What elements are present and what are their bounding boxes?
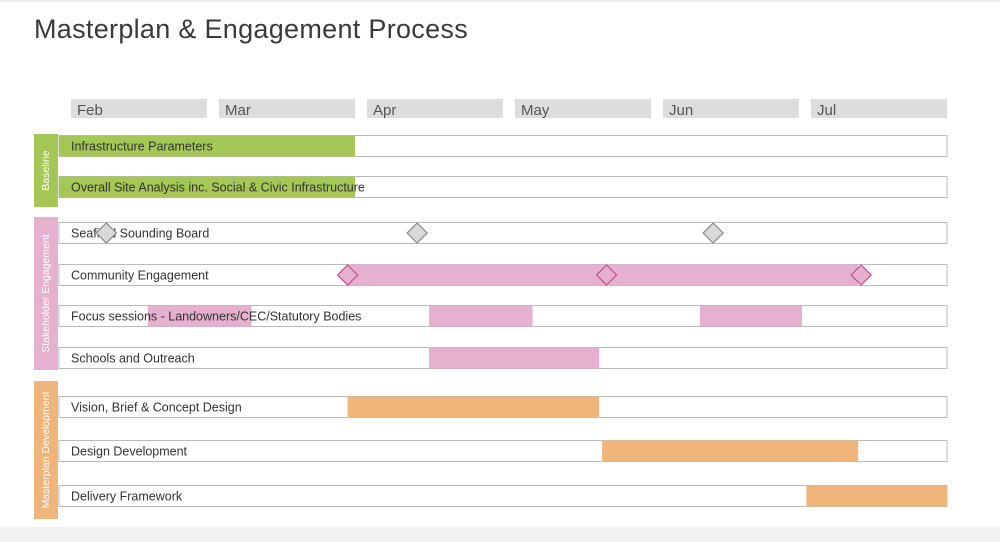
gantt-row-vision-brief-concept-design: Vision, Brief & Concept Design [58, 396, 948, 418]
row-label: Focus sessions - Landowners/CEC/Statutor… [71, 310, 361, 324]
month-label-jun: Jun [669, 102, 693, 119]
row-label: Vision, Brief & Concept Design [71, 401, 242, 415]
row-label: Delivery Framework [71, 490, 183, 504]
month-label-feb: Feb [77, 102, 103, 119]
gantt-chart: Feb Mar Apr May Jun Jul Baseline Stakeholder E… [34, 99, 948, 519]
row-label: Community Engagement [71, 269, 209, 283]
month-label-jul: Jul [817, 102, 836, 119]
bottom-band [0, 527, 1000, 542]
month-label-may: May [521, 102, 550, 119]
row-label: Infrastructure Parameters [71, 140, 213, 154]
row-label: Schools and Outreach [71, 352, 195, 366]
month-label-apr: Apr [373, 102, 396, 119]
bar-schools-and-outreach-1 [429, 347, 600, 369]
gantt-row-delivery-framework: Delivery Framework [58, 485, 948, 507]
gantt-row-community-engagement: Community Engagement [58, 264, 948, 286]
bar-focus-sessions-landowners-cec-statutory-bodies-3 [699, 305, 802, 327]
row-label: Seafield Sounding Board [71, 227, 209, 241]
gantt-row-overall-site-analysis-inc-social-civic-infrastructure: Overall Site Analysis inc. Social & Civi… [58, 176, 948, 198]
gantt-row-schools-and-outreach: Schools and Outreach [58, 347, 948, 369]
task-rows: Infrastructure Parameters Overall Site An… [58, 135, 948, 507]
group-label-masterplan-development: Masterplan Development [40, 392, 52, 509]
row-label: Design Development [71, 445, 188, 459]
month-headers: Feb Mar Apr May Jun Jul [71, 99, 947, 119]
group-labels: Baseline Stakeholder Engagement Masterplan… [34, 134, 58, 519]
group-label-baseline: Baseline [40, 150, 52, 190]
bar-delivery-framework-1 [806, 485, 947, 507]
group-label-stakeholder-engagement: Stakeholder Engagement [40, 234, 52, 353]
bar-vision-brief-concept-design-1 [347, 396, 600, 418]
gantt-row-focus-sessions-landowners-cec-statutory-bodies: Focus sessions - Landowners/CEC/Statutor… [58, 305, 948, 327]
gantt-row-seafield-sounding-board: Seafield Sounding Board [58, 222, 948, 244]
row-label: Overall Site Analysis inc. Social & Civi… [71, 181, 365, 195]
gantt-row-design-development: Design Development [58, 440, 948, 462]
gantt-row-infrastructure-parameters: Infrastructure Parameters [58, 135, 948, 157]
month-label-mar: Mar [225, 102, 251, 119]
bar-focus-sessions-landowners-cec-statutory-bodies-2 [429, 305, 533, 327]
bar-design-development-1 [602, 440, 859, 462]
